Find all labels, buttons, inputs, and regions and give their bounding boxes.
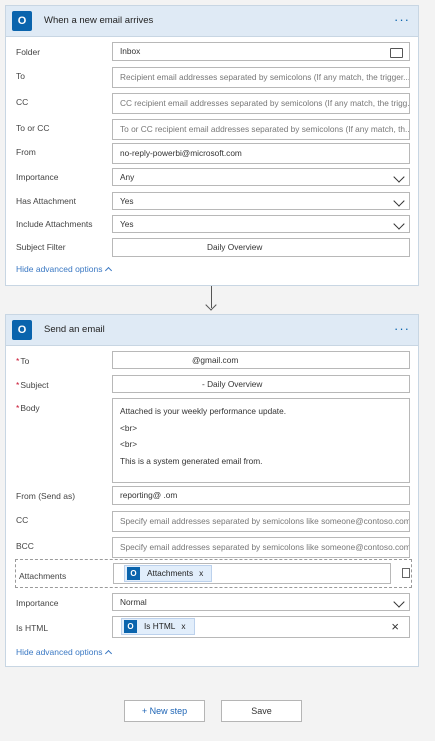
is-html-token-label: Is HTML bbox=[144, 621, 176, 631]
is-html-input[interactable]: O Is HTML x × bbox=[112, 616, 410, 638]
from-send-as-input[interactable]: reporting@ .om bbox=[112, 486, 410, 505]
copy-array-icon[interactable] bbox=[402, 568, 410, 578]
action-cc-label: CC bbox=[16, 515, 29, 525]
chevron-down-icon bbox=[393, 218, 405, 230]
outlook-icon: O bbox=[127, 567, 140, 580]
outlook-icon: O bbox=[12, 11, 32, 31]
chevron-down-icon bbox=[393, 596, 405, 608]
chevron-up-icon bbox=[105, 649, 113, 658]
chevron-up-icon bbox=[105, 266, 113, 275]
include-attachments-select[interactable]: Yes bbox=[112, 215, 410, 233]
importance-value: Any bbox=[120, 172, 135, 182]
save-button[interactable]: Save bbox=[221, 700, 302, 722]
remove-token-icon[interactable]: x bbox=[181, 621, 185, 631]
hide-advanced-label: Hide advanced options bbox=[16, 264, 103, 274]
importance-select[interactable]: Any bbox=[112, 168, 410, 186]
body-editor[interactable]: Attached is your weekly performance upda… bbox=[112, 398, 410, 483]
clear-icon[interactable]: × bbox=[391, 619, 399, 634]
trigger-title: When a new email arrives bbox=[44, 15, 154, 26]
is-html-token[interactable]: O Is HTML x bbox=[121, 618, 195, 635]
subject-label: *Subject bbox=[16, 380, 49, 390]
subject-filter-label: Subject Filter bbox=[16, 242, 66, 252]
trigger-card-header[interactable]: O When a new email arrives ··· bbox=[6, 6, 418, 37]
remove-token-icon[interactable]: x bbox=[199, 568, 203, 578]
bcc-input[interactable]: Specify email addresses separated by sem… bbox=[112, 537, 410, 558]
importance-label: Importance bbox=[16, 172, 59, 182]
hide-advanced-options-link[interactable]: Hide advanced options bbox=[16, 264, 113, 275]
to-or-cc-input[interactable]: To or CC recipient email addresses separ… bbox=[112, 119, 410, 140]
subject-input[interactable]: - Daily Overview bbox=[112, 375, 410, 393]
has-attachment-label: Has Attachment bbox=[16, 196, 77, 206]
action-card: O Send an email ··· *To @gmail.com *Subj… bbox=[5, 314, 419, 667]
action-importance-label: Importance bbox=[16, 598, 59, 608]
include-attachments-value: Yes bbox=[120, 219, 134, 229]
body-line: Attached is your weekly performance upda… bbox=[120, 406, 287, 416]
folder-icon[interactable] bbox=[390, 48, 403, 58]
folder-value: Inbox bbox=[120, 46, 141, 56]
folder-field[interactable]: Inbox bbox=[112, 42, 410, 61]
include-attachments-label: Include Attachments bbox=[16, 219, 93, 229]
has-attachment-select[interactable]: Yes bbox=[112, 192, 410, 210]
action-importance-select[interactable]: Normal bbox=[112, 593, 410, 611]
hide-advanced-options-link[interactable]: Hide advanced options bbox=[16, 647, 113, 658]
send-to-input[interactable]: @gmail.com bbox=[112, 351, 410, 369]
chevron-down-icon bbox=[393, 171, 405, 183]
send-to-label: *To bbox=[16, 356, 30, 366]
cc-input[interactable]: CC recipient email addresses separated b… bbox=[112, 93, 410, 114]
more-dots-icon[interactable]: ··· bbox=[394, 321, 410, 336]
subject-filter-input[interactable]: Daily Overview bbox=[112, 238, 410, 257]
to-input[interactable]: Recipient email addresses separated by s… bbox=[112, 67, 410, 88]
attachments-token[interactable]: O Attachments x bbox=[124, 565, 212, 582]
cc-label: CC bbox=[16, 97, 29, 107]
more-dots-icon[interactable]: ··· bbox=[394, 12, 410, 27]
arrow-down-icon bbox=[205, 299, 217, 311]
attachments-input[interactable]: O Attachments x bbox=[113, 563, 391, 584]
new-step-button[interactable]: + New step bbox=[124, 700, 205, 722]
attachments-row: Attachments O Attachments x bbox=[15, 559, 412, 588]
body-line: <br> bbox=[120, 422, 138, 433]
has-attachment-value: Yes bbox=[120, 196, 134, 206]
from-input[interactable]: no-reply-powerbi@microsoft.com bbox=[112, 143, 410, 164]
to-label: To bbox=[16, 71, 25, 81]
action-card-header[interactable]: O Send an email ··· bbox=[6, 315, 418, 346]
outlook-icon: O bbox=[12, 320, 32, 340]
outlook-icon: O bbox=[124, 620, 137, 633]
from-label: From bbox=[16, 147, 36, 157]
action-cc-input[interactable]: Specify email addresses separated by sem… bbox=[112, 511, 410, 532]
folder-label: Folder bbox=[16, 47, 41, 57]
from-send-as-label: From (Send as) bbox=[16, 491, 76, 501]
action-title: Send an email bbox=[44, 324, 105, 335]
body-line: <br> bbox=[120, 439, 138, 449]
to-or-cc-label: To or CC bbox=[16, 123, 50, 133]
trigger-card: O When a new email arrives ··· Folder In… bbox=[5, 5, 419, 286]
body-label: *Body bbox=[16, 403, 40, 413]
body-line: This is a system generated email from. bbox=[120, 455, 263, 466]
bcc-label: BCC bbox=[16, 541, 34, 551]
action-importance-value: Normal bbox=[120, 597, 147, 607]
attachments-label: Attachments bbox=[19, 571, 67, 581]
hide-advanced-label: Hide advanced options bbox=[16, 647, 103, 657]
chevron-down-icon bbox=[393, 195, 405, 207]
is-html-label: Is HTML bbox=[16, 623, 49, 633]
attachments-token-label: Attachments bbox=[147, 568, 194, 578]
